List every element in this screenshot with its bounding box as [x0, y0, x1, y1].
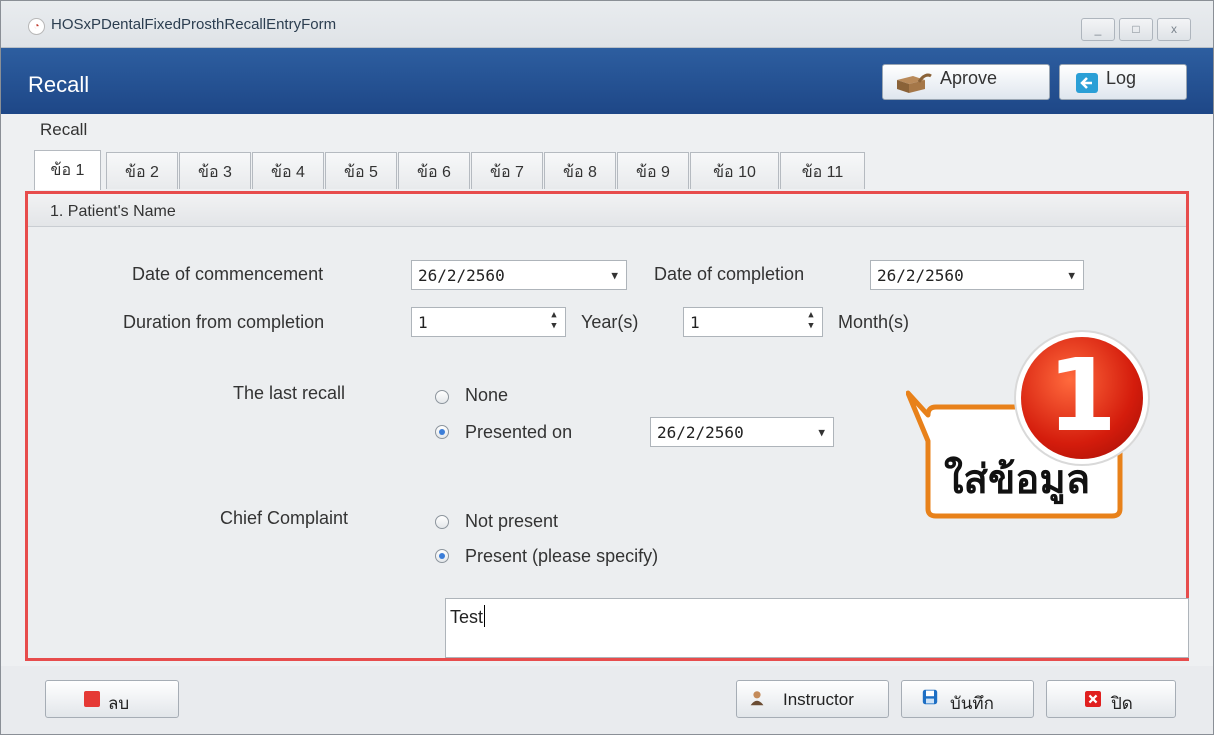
years-unit: Year(s) [581, 312, 639, 332]
duration-years-value: 1 [418, 313, 428, 332]
date-commencement-label: Date of commencement [132, 264, 324, 284]
date-commencement-picker[interactable]: 26/2/2560 ▼ [411, 260, 627, 290]
last-recall-label: The last recall [233, 383, 346, 403]
approve-button[interactable]: Aprove [882, 64, 1050, 100]
tab-9[interactable]: ข้อ 9 [617, 152, 689, 189]
chevron-down-icon[interactable]: ▼ [1068, 269, 1075, 282]
step-badge: 1 [1021, 337, 1143, 459]
approve-label: Aprove [940, 68, 998, 88]
date-completion-value: 26/2/2560 [877, 266, 964, 285]
tab-7[interactable]: ข้อ 7 [471, 152, 543, 189]
tab-4[interactable]: ข้อ 4 [252, 152, 324, 189]
duration-years-stepper[interactable]: 1 ▲ ▼ [411, 307, 566, 337]
last-recall-presented-radio[interactable] [435, 425, 449, 439]
spin-arrows-icon[interactable]: ▲ ▼ [806, 310, 816, 332]
group-header: 1. Patient's Name [28, 194, 1186, 227]
footer-bar: ลบ Instructor บันทึก ปิด [1, 666, 1213, 734]
window-title: HOSxPDentalFixedProsthRecallEntryForm [51, 16, 337, 33]
log-button[interactable]: Log [1059, 64, 1187, 100]
date-completion-picker[interactable]: 26/2/2560 ▼ [870, 260, 1084, 290]
header-title: Recall [28, 72, 90, 97]
close-button[interactable]: ปิด [1046, 680, 1176, 718]
window: ◔ HOSxPDentalFixedProsthRecallEntryForm … [0, 0, 1214, 735]
instructor-label: Instructor [783, 690, 854, 709]
minimize-button[interactable]: _ [1081, 18, 1115, 41]
title-bar: ◔ HOSxPDentalFixedProsthRecallEntryForm … [1, 1, 1213, 48]
close-x-icon [1085, 691, 1101, 707]
log-label: Log [1106, 68, 1137, 88]
user-icon [750, 691, 764, 706]
chevron-down-icon[interactable]: ▼ [611, 269, 618, 282]
section-label: Recall [40, 120, 88, 139]
box-approve-icon [897, 73, 932, 93]
duration-months-value: 1 [690, 313, 700, 332]
tab-2[interactable]: ข้อ 2 [106, 152, 178, 189]
last-recall-date-value: 26/2/2560 [657, 423, 744, 442]
tab-5[interactable]: ข้อ 5 [325, 152, 397, 189]
tab-1[interactable]: ข้อ 1 [34, 150, 101, 190]
close-label: ปิด [1111, 694, 1133, 713]
spin-arrows-icon[interactable]: ▲ ▼ [549, 310, 559, 332]
chief-complaint-textarea[interactable]: Test [445, 598, 1189, 658]
chief-complaint-label: Chief Complaint [220, 508, 349, 528]
save-button[interactable]: บันทึก [901, 680, 1034, 718]
chief-present-radio[interactable] [435, 549, 449, 563]
save-disk-icon [922, 689, 938, 705]
delete-button[interactable]: ลบ [45, 680, 179, 718]
tab-11[interactable]: ข้อ 11 [780, 152, 865, 189]
chief-not-present-label[interactable]: Not present [465, 511, 558, 532]
chief-present-label[interactable]: Present (please specify) [465, 546, 658, 567]
delete-icon [84, 691, 100, 707]
last-recall-date-picker[interactable]: 26/2/2560 ▼ [650, 417, 834, 447]
tab-10[interactable]: ข้อ 10 [690, 152, 779, 189]
tab-3[interactable]: ข้อ 3 [179, 152, 251, 189]
text-caret [484, 605, 486, 627]
delete-label: ลบ [108, 694, 130, 713]
chevron-down-icon[interactable]: ▼ [818, 426, 825, 439]
last-recall-none-label[interactable]: None [465, 385, 508, 406]
tab-8[interactable]: ข้อ 8 [544, 152, 616, 189]
step-number: 1 [1047, 337, 1117, 454]
chief-complaint-text: Test [450, 607, 484, 627]
chief-not-present-radio[interactable] [435, 515, 449, 529]
duration-label: Duration from completion [123, 312, 325, 332]
group-title: 1. Patient's Name [50, 203, 176, 220]
last-recall-presented-label[interactable]: Presented on [465, 422, 572, 443]
date-commencement-value: 26/2/2560 [418, 266, 505, 285]
date-completion-label: Date of completion [654, 264, 805, 284]
months-unit: Month(s) [838, 312, 910, 332]
duration-months-stepper[interactable]: 1 ▲ ▼ [683, 307, 823, 337]
log-out-icon [1076, 73, 1098, 93]
last-recall-none-radio[interactable] [435, 390, 449, 404]
tab-6[interactable]: ข้อ 6 [398, 152, 470, 189]
instructor-button[interactable]: Instructor [736, 680, 889, 718]
maximize-button[interactable]: □ [1119, 18, 1153, 41]
recall-header: Recall Aprove Log [1, 48, 1213, 114]
app-logo-icon: ◔ [28, 18, 45, 35]
save-label: บันทึก [950, 694, 994, 713]
close-window-button[interactable]: x [1157, 18, 1191, 41]
